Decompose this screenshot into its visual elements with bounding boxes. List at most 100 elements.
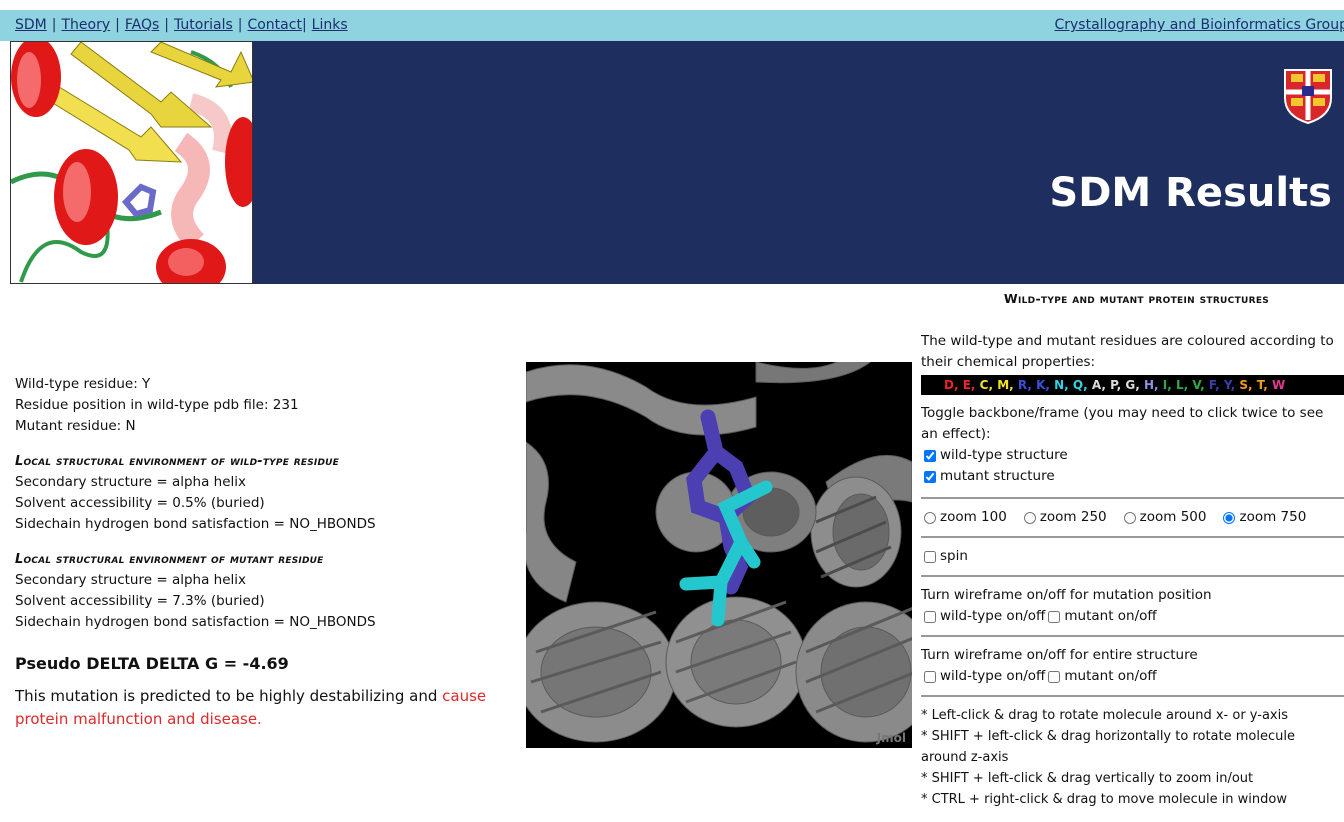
residue-code-w: W	[1271, 378, 1286, 392]
wireframe-entire-intro: Turn wireframe on/off for entire structu…	[921, 647, 1198, 663]
nav-link-contact[interactable]: Contact	[247, 17, 301, 33]
residue-position: Residue position in wild-type pdb file: …	[15, 397, 299, 413]
wt-onoff-label: wild-type on/off	[940, 668, 1046, 684]
wild-type-residue: Wild-type residue: Y	[15, 376, 151, 392]
zoom-radio[interactable]	[1223, 511, 1236, 524]
zoom-label: zoom 250	[1039, 509, 1107, 525]
wt-wireframe-mutation-checkbox[interactable]	[924, 610, 936, 623]
residue-code-k: K,	[1036, 378, 1055, 392]
backbone-toggle-intro: Toggle backbone/frame (you may need to c…	[921, 405, 1324, 442]
help-line: * CTRL + right-click & drag to move mole…	[921, 792, 1287, 807]
zoom-option-100[interactable]: zoom 100	[921, 507, 1007, 528]
group-home-link[interactable]: Crystallography and Bioinformatics Group	[1054, 17, 1344, 33]
mut-wireframe-entire-checkbox[interactable]	[1048, 670, 1061, 683]
residue-code-c: C,	[979, 378, 998, 392]
nav-link-links[interactable]: Links	[312, 17, 348, 33]
nav-links: SDM | Theory | FAQs | Tutorials | Contact| Links	[15, 10, 348, 41]
nav-link-tutorials[interactable]: Tutorials	[174, 17, 233, 33]
page-title: SDM Results	[1049, 170, 1332, 216]
residue-code-n: N,	[1054, 378, 1073, 392]
delta-delta-g-value: Pseudo DELTA DELTA G = -4.69	[15, 654, 289, 673]
help-line: * SHIFT + left-click & drag horizontally…	[921, 729, 1295, 765]
mutant-environment-heading: Local structural environment of mutant r…	[15, 552, 324, 567]
help-line: * SHIFT + left-click & drag vertically t…	[921, 771, 1254, 786]
mutant-structure-label: mutant structure	[940, 468, 1055, 484]
divider	[921, 635, 1344, 637]
top-navigation-bar: SDM | Theory | FAQs | Tutorials | Contact| Links …	[0, 10, 1344, 41]
nav-link-sdm[interactable]: SDM	[15, 17, 47, 33]
mutant-structure-toggle[interactable]: mutant structure	[921, 466, 1344, 487]
divider	[921, 497, 1344, 499]
zoom-radio[interactable]	[924, 511, 936, 524]
zoom-radio[interactable]	[1123, 511, 1136, 524]
wireframe-mutation-toggles: wild-type on/off mutant on/off	[921, 606, 1344, 627]
residue-code-r: R,	[1017, 378, 1037, 392]
zoom-options: zoom 100 zoom 250 zoom 500 zoom 750	[921, 507, 1344, 528]
residue-code-q: Q,	[1072, 378, 1092, 392]
divider	[921, 575, 1344, 577]
spin-label: spin	[940, 548, 968, 564]
mut-onoff-label: mutant on/off	[1064, 668, 1157, 684]
mutant-residue: Mutant residue: N	[15, 418, 136, 434]
wt-solvent-accessibility: Solvent accessibility = 0.5% (buried)	[15, 495, 265, 511]
residue-code-p: P,	[1110, 378, 1126, 392]
header-banner: SDM Results	[10, 41, 1344, 284]
nav-link-theory[interactable]: Theory	[61, 17, 110, 33]
wireframe-mutation-intro: Turn wireframe on/off for mutation posit…	[921, 587, 1212, 603]
protein-structure-image	[10, 41, 253, 284]
residue-code-m: M,	[997, 378, 1018, 392]
mouse-help-text: * Left-click & drag to rotate molecule a…	[921, 705, 1344, 810]
nav-separator: |	[237, 17, 243, 33]
controls-panel-title: Wild-type and mutant protein structures	[1003, 291, 1270, 306]
prediction-verdict: This mutation is predicted to be highly …	[15, 685, 515, 731]
zoom-radio[interactable]	[1023, 511, 1036, 524]
help-line: * Left-click & drag to rotate molecule a…	[921, 708, 1289, 723]
residue-code-e: E,	[962, 378, 980, 392]
nav-separator: |	[51, 17, 57, 33]
wild-type-structure-checkbox[interactable]	[924, 449, 936, 462]
residue-code-y: Y,	[1223, 378, 1240, 392]
mut-solvent-accessibility: Solvent accessibility = 7.3% (buried)	[15, 593, 265, 609]
residue-code-d: D,	[944, 378, 963, 392]
residue-code-s: S,	[1239, 378, 1257, 392]
results-summary: Wild-type residue: Y Residue position in…	[15, 374, 515, 731]
mut-secondary-structure: Secondary structure = alpha helix	[15, 572, 247, 588]
mut-hbond-satisfaction: Sidechain hydrogen bond satisfaction = N…	[15, 614, 376, 630]
wild-type-environment-heading: Local structural environment of wild-typ…	[15, 454, 340, 469]
zoom-label: zoom 100	[940, 509, 1007, 525]
wt-hbond-satisfaction: Sidechain hydrogen bond satisfaction = N…	[15, 516, 376, 532]
zoom-option-250[interactable]: zoom 250	[1021, 507, 1107, 528]
wild-type-structure-toggle[interactable]: wild-type structure	[921, 445, 1344, 466]
spin-toggle[interactable]: spin	[921, 546, 1344, 567]
jmol-watermark: Jmol	[876, 731, 906, 745]
verdict-text: This mutation is predicted to be highly …	[15, 687, 443, 705]
mut-wireframe-mutation-checkbox[interactable]	[1048, 610, 1061, 623]
zoom-label: zoom 500	[1139, 509, 1207, 525]
zoom-option-500[interactable]: zoom 500	[1121, 507, 1207, 528]
mutant-structure-checkbox[interactable]	[924, 470, 936, 483]
divider	[921, 695, 1344, 697]
spin-checkbox[interactable]	[924, 550, 936, 563]
residue-code-t: T,	[1256, 378, 1272, 392]
residue-colour-legend: D, E, C, M, R, K, N, Q, A, P, G, H, I, L…	[921, 375, 1344, 395]
residue-code-l: L,	[1176, 378, 1193, 392]
viewer-controls-panel: Wild-type and mutant protein structures …	[921, 288, 1344, 810]
nav-separator: |	[301, 17, 307, 33]
divider	[921, 536, 1344, 538]
residue-code-i: I,	[1162, 378, 1176, 392]
nav-separator: |	[164, 17, 169, 33]
wireframe-entire-toggles: wild-type on/off mutant on/off	[921, 666, 1344, 687]
colour-legend-intro: The wild-type and mutant residues are co…	[921, 333, 1334, 370]
residue-code-g: G,	[1125, 378, 1145, 392]
wt-onoff-label: wild-type on/off	[940, 608, 1046, 624]
residue-code-a: A,	[1091, 378, 1111, 392]
wt-wireframe-entire-checkbox[interactable]	[924, 670, 936, 683]
zoom-option-750[interactable]: zoom 750	[1220, 507, 1306, 528]
zoom-label: zoom 750	[1239, 509, 1307, 525]
jmol-molecule-viewer[interactable]: Jmol	[526, 362, 912, 748]
university-crest-icon	[1283, 68, 1333, 125]
wild-type-structure-label: wild-type structure	[940, 447, 1068, 463]
nav-link-faqs[interactable]: FAQs	[125, 17, 159, 33]
wt-secondary-structure: Secondary structure = alpha helix	[15, 474, 247, 490]
residue-code-f: F,	[1208, 378, 1224, 392]
